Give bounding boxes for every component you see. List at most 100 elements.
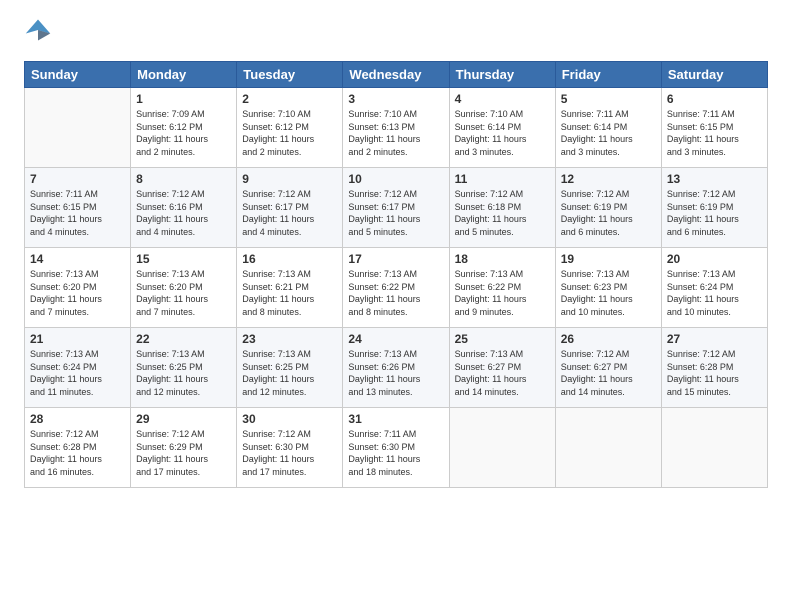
calendar-cell	[555, 408, 661, 488]
day-content: Sunrise: 7:10 AM Sunset: 6:13 PM Dayligh…	[348, 108, 443, 158]
calendar-cell: 11 Sunrise: 7:12 AM Sunset: 6:18 PM Dayli…	[449, 168, 555, 248]
page: SundayMondayTuesdayWednesdayThursdayFrid…	[0, 0, 792, 500]
day-content: Sunrise: 7:13 AM Sunset: 6:24 PM Dayligh…	[667, 268, 762, 318]
calendar-cell: 19Sunrise: 7:13 AM Sunset: 6:23 PM Dayli…	[555, 248, 661, 328]
calendar-cell: 7 Sunrise: 7:11 AM Sunset: 6:15 PM Daylig…	[25, 168, 131, 248]
day-content: Sunrise: 7:11 AM Sunset: 6:30 PM Dayligh…	[348, 428, 443, 478]
calendar-body: 1 Sunrise: 7:09 AM Sunset: 6:12 PM Daylig…	[25, 88, 768, 488]
day-number: 25	[455, 332, 550, 346]
day-content: Sunrise: 7:12 AM Sunset: 6:27 PM Dayligh…	[561, 348, 656, 398]
day-number: 14	[30, 252, 125, 266]
day-number: 23	[242, 332, 337, 346]
day-content: Sunrise: 7:12 AM Sunset: 6:19 PM Dayligh…	[667, 188, 762, 238]
day-number: 13	[667, 172, 762, 186]
day-number: 7	[30, 172, 125, 186]
day-number: 4	[455, 92, 550, 106]
day-content: Sunrise: 7:12 AM Sunset: 6:28 PM Dayligh…	[30, 428, 125, 478]
day-number: 28	[30, 412, 125, 426]
calendar-week-2: 7 Sunrise: 7:11 AM Sunset: 6:15 PM Daylig…	[25, 168, 768, 248]
header-cell-monday: Monday	[131, 62, 237, 88]
day-number: 17	[348, 252, 443, 266]
calendar-cell: 22 Sunrise: 7:13 AM Sunset: 6:25 PM Dayli…	[131, 328, 237, 408]
day-number: 16	[242, 252, 337, 266]
header-cell-wednesday: Wednesday	[343, 62, 449, 88]
calendar-cell: 28 Sunrise: 7:12 AM Sunset: 6:28 PM Dayli…	[25, 408, 131, 488]
calendar-cell: 30Sunrise: 7:12 AM Sunset: 6:30 PM Dayli…	[237, 408, 343, 488]
day-number: 19	[561, 252, 656, 266]
day-number: 24	[348, 332, 443, 346]
day-number: 21	[30, 332, 125, 346]
header-row: SundayMondayTuesdayWednesdayThursdayFrid…	[25, 62, 768, 88]
calendar-cell: 18Sunrise: 7:13 AM Sunset: 6:22 PM Dayli…	[449, 248, 555, 328]
header-cell-thursday: Thursday	[449, 62, 555, 88]
day-number: 27	[667, 332, 762, 346]
day-content: Sunrise: 7:13 AM Sunset: 6:22 PM Dayligh…	[348, 268, 443, 318]
calendar-cell: 13 Sunrise: 7:12 AM Sunset: 6:19 PM Dayli…	[661, 168, 767, 248]
day-content: Sunrise: 7:09 AM Sunset: 6:12 PM Dayligh…	[136, 108, 231, 158]
day-number: 1	[136, 92, 231, 106]
day-content: Sunrise: 7:13 AM Sunset: 6:26 PM Dayligh…	[348, 348, 443, 398]
calendar-cell: 20 Sunrise: 7:13 AM Sunset: 6:24 PM Dayli…	[661, 248, 767, 328]
header-cell-sunday: Sunday	[25, 62, 131, 88]
calendar-cell: 16 Sunrise: 7:13 AM Sunset: 6:21 PM Dayli…	[237, 248, 343, 328]
day-content: Sunrise: 7:12 AM Sunset: 6:17 PM Dayligh…	[348, 188, 443, 238]
day-content: Sunrise: 7:12 AM Sunset: 6:29 PM Dayligh…	[136, 428, 231, 478]
calendar-cell: 2Sunrise: 7:10 AM Sunset: 6:12 PM Daylig…	[237, 88, 343, 168]
calendar-cell: 9 Sunrise: 7:12 AM Sunset: 6:17 PM Daylig…	[237, 168, 343, 248]
calendar-cell: 23 Sunrise: 7:13 AM Sunset: 6:25 PM Dayli…	[237, 328, 343, 408]
calendar-cell	[25, 88, 131, 168]
logo	[24, 20, 54, 49]
day-content: Sunrise: 7:10 AM Sunset: 6:14 PM Dayligh…	[455, 108, 550, 158]
day-content: Sunrise: 7:11 AM Sunset: 6:15 PM Dayligh…	[30, 188, 125, 238]
day-number: 5	[561, 92, 656, 106]
calendar-header: SundayMondayTuesdayWednesdayThursdayFrid…	[25, 62, 768, 88]
day-number: 8	[136, 172, 231, 186]
calendar-cell	[661, 408, 767, 488]
day-content: Sunrise: 7:12 AM Sunset: 6:18 PM Dayligh…	[455, 188, 550, 238]
day-number: 29	[136, 412, 231, 426]
calendar-cell: 6Sunrise: 7:11 AM Sunset: 6:15 PM Daylig…	[661, 88, 767, 168]
calendar-cell: 25Sunrise: 7:13 AM Sunset: 6:27 PM Dayli…	[449, 328, 555, 408]
calendar-cell: 14 Sunrise: 7:13 AM Sunset: 6:20 PM Dayli…	[25, 248, 131, 328]
calendar-cell: 1 Sunrise: 7:09 AM Sunset: 6:12 PM Daylig…	[131, 88, 237, 168]
day-content: Sunrise: 7:13 AM Sunset: 6:24 PM Dayligh…	[30, 348, 125, 398]
calendar-cell	[449, 408, 555, 488]
day-number: 10	[348, 172, 443, 186]
day-number: 2	[242, 92, 337, 106]
calendar-cell: 12 Sunrise: 7:12 AM Sunset: 6:19 PM Dayli…	[555, 168, 661, 248]
day-content: Sunrise: 7:13 AM Sunset: 6:21 PM Dayligh…	[242, 268, 337, 318]
calendar-week-4: 21 Sunrise: 7:13 AM Sunset: 6:24 PM Dayli…	[25, 328, 768, 408]
day-number: 9	[242, 172, 337, 186]
calendar-cell: 17 Sunrise: 7:13 AM Sunset: 6:22 PM Dayli…	[343, 248, 449, 328]
day-number: 30	[242, 412, 337, 426]
day-number: 3	[348, 92, 443, 106]
day-content: Sunrise: 7:13 AM Sunset: 6:25 PM Dayligh…	[242, 348, 337, 398]
calendar-week-5: 28 Sunrise: 7:12 AM Sunset: 6:28 PM Dayli…	[25, 408, 768, 488]
header-cell-friday: Friday	[555, 62, 661, 88]
calendar-cell: 15Sunrise: 7:13 AM Sunset: 6:20 PM Dayli…	[131, 248, 237, 328]
day-content: Sunrise: 7:12 AM Sunset: 6:19 PM Dayligh…	[561, 188, 656, 238]
day-number: 6	[667, 92, 762, 106]
day-content: Sunrise: 7:13 AM Sunset: 6:22 PM Dayligh…	[455, 268, 550, 318]
calendar-cell: 27 Sunrise: 7:12 AM Sunset: 6:28 PM Dayli…	[661, 328, 767, 408]
calendar-cell: 5 Sunrise: 7:11 AM Sunset: 6:14 PM Daylig…	[555, 88, 661, 168]
day-content: Sunrise: 7:12 AM Sunset: 6:17 PM Dayligh…	[242, 188, 337, 238]
header	[24, 20, 768, 49]
day-content: Sunrise: 7:12 AM Sunset: 6:28 PM Dayligh…	[667, 348, 762, 398]
day-number: 11	[455, 172, 550, 186]
day-number: 22	[136, 332, 231, 346]
calendar-table: SundayMondayTuesdayWednesdayThursdayFrid…	[24, 61, 768, 488]
day-number: 12	[561, 172, 656, 186]
day-content: Sunrise: 7:13 AM Sunset: 6:20 PM Dayligh…	[30, 268, 125, 318]
day-number: 15	[136, 252, 231, 266]
day-content: Sunrise: 7:13 AM Sunset: 6:25 PM Dayligh…	[136, 348, 231, 398]
calendar-cell: 3 Sunrise: 7:10 AM Sunset: 6:13 PM Daylig…	[343, 88, 449, 168]
day-content: Sunrise: 7:11 AM Sunset: 6:14 PM Dayligh…	[561, 108, 656, 158]
day-number: 20	[667, 252, 762, 266]
calendar-cell: 10 Sunrise: 7:12 AM Sunset: 6:17 PM Dayli…	[343, 168, 449, 248]
calendar-week-3: 14 Sunrise: 7:13 AM Sunset: 6:20 PM Dayli…	[25, 248, 768, 328]
calendar-cell: 24 Sunrise: 7:13 AM Sunset: 6:26 PM Dayli…	[343, 328, 449, 408]
calendar-cell: 4 Sunrise: 7:10 AM Sunset: 6:14 PM Daylig…	[449, 88, 555, 168]
calendar-cell: 8Sunrise: 7:12 AM Sunset: 6:16 PM Daylig…	[131, 168, 237, 248]
calendar-week-1: 1 Sunrise: 7:09 AM Sunset: 6:12 PM Daylig…	[25, 88, 768, 168]
